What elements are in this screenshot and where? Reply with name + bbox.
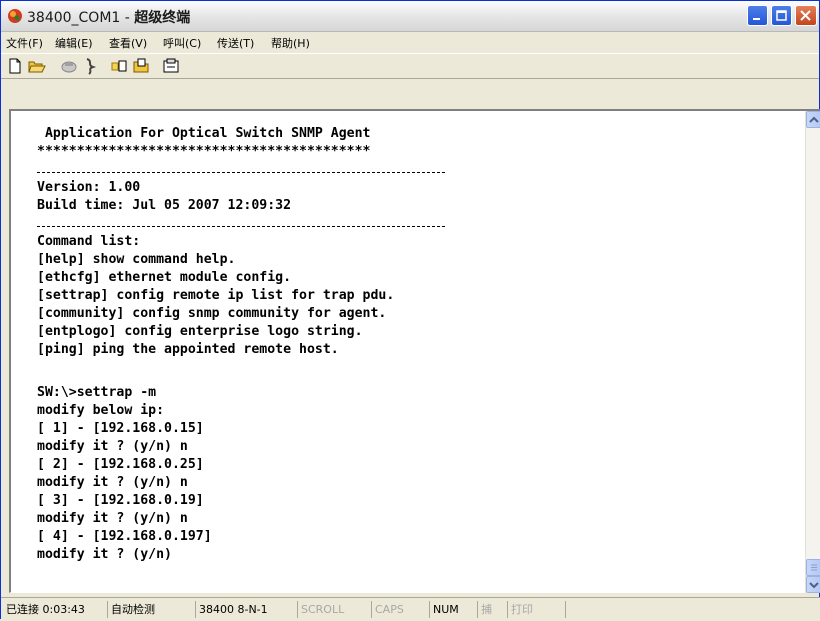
chevron-up-icon [809, 116, 819, 123]
terminal-line: modify it ? (y/n) n [37, 511, 188, 526]
hyperterminal-window: 38400_COM1 - 超级终端 文件(F) 编辑(E) 查看(V) 呼叫(C… [0, 0, 820, 621]
terminal-line: Build time: Jul 05 2007 12:09:32 [37, 198, 292, 213]
scroll-lock-indicator: SCROLL [297, 601, 369, 618]
open-icon [28, 61, 46, 73]
send-icon [111, 60, 127, 72]
maximize-button[interactable] [771, 5, 792, 26]
close-button[interactable] [795, 5, 817, 26]
new-button[interactable] [5, 56, 25, 76]
status-bar: 已连接 0:03:43 自动检测 38400 8-N-1 SCROLL CAPS… [1, 597, 820, 621]
open-button[interactable] [27, 56, 47, 76]
capture-indicator: 捕 [477, 601, 505, 618]
menu-file[interactable]: 文件(F) [6, 35, 43, 51]
terminal-line: SW:\>settrap -m [37, 385, 157, 400]
terminal-line: [ethcfg] ethernet module config. [37, 270, 292, 285]
terminal-line: modify it ? (y/n) n [37, 439, 188, 454]
print-indicator: 打印 [507, 601, 563, 618]
terminal-output[interactable]: Application For Optical Switch SNMP Agen… [13, 111, 805, 591]
connection-time: 已连接 0:03:43 [6, 603, 85, 616]
title-bar[interactable]: 38400_COM1 - 超级终端 [1, 1, 819, 32]
num-lock-indicator: NUM [429, 601, 473, 618]
scroll-down-button[interactable] [806, 576, 820, 593]
terminal-line: [ 4] - [192.168.0.197] [37, 529, 212, 544]
close-icon [800, 10, 811, 21]
grip-icon [811, 564, 817, 571]
menu-edit[interactable]: 编辑(E) [55, 35, 93, 51]
receive-button[interactable] [131, 56, 151, 76]
terminal-line: [entplogo] config enterprise logo string… [37, 324, 363, 339]
port-settings: 38400 8-N-1 [195, 601, 293, 618]
toolbar [1, 53, 819, 79]
send-button[interactable] [109, 56, 129, 76]
terminal-line: [ 3] - [192.168.0.19] [37, 493, 204, 508]
menu-help[interactable]: 帮助(H) [271, 35, 310, 51]
menu-bar: 文件(F) 编辑(E) 查看(V) 呼叫(C) 传送(T) 帮助(H) [1, 32, 819, 52]
scroll-up-button[interactable] [806, 111, 820, 128]
chevron-down-icon [809, 582, 819, 589]
terminal-line: modify below ip: [37, 403, 165, 418]
terminal-line: ****************************************… [37, 144, 371, 159]
minimize-icon [753, 18, 760, 20]
terminal-line: [settrap] config remote ip list for trap… [37, 288, 395, 303]
status-empty-cell [565, 601, 819, 618]
disconnect-icon [86, 58, 97, 75]
terminal-line: [help] show command help. [37, 252, 236, 267]
call-button[interactable] [59, 56, 79, 76]
terminal-line: Command list: [37, 234, 141, 249]
separator-line [37, 226, 445, 227]
scroll-thumb[interactable] [806, 559, 820, 576]
terminal-line: Application For Optical Switch SNMP Agen… [37, 126, 371, 141]
terminal-line: Version: 1.00 [37, 180, 141, 195]
terminal-line: modify it ? (y/n) [37, 547, 172, 562]
title-app-name: 超级终端 [134, 10, 191, 26]
vertical-scrollbar[interactable] [805, 111, 820, 593]
separator-line [37, 172, 445, 173]
menu-transfer[interactable]: 传送(T) [217, 35, 254, 51]
window-title: 38400_COM1 - 超级终端 [27, 7, 190, 27]
hyperterminal-app-icon[interactable] [7, 8, 23, 24]
properties-button[interactable] [161, 56, 181, 76]
terminal-line: [ 2] - [192.168.0.25] [37, 457, 204, 472]
terminal-line: modify it ? (y/n) n [37, 475, 188, 490]
caps-lock-indicator: CAPS [371, 601, 427, 618]
title-prefix: 38400_COM1 - [27, 10, 135, 26]
terminal-line: [ 1] - [192.168.0.15] [37, 421, 204, 436]
auto-detect-status: 自动检测 [107, 601, 193, 618]
terminal-line: [ping] ping the appointed remote host. [37, 342, 339, 357]
menu-call[interactable]: 呼叫(C) [163, 35, 201, 51]
terminal-line: [community] config snmp community for ag… [37, 306, 387, 321]
menu-view[interactable]: 查看(V) [109, 35, 147, 51]
minimize-button[interactable] [747, 5, 768, 26]
new-icon [9, 58, 21, 74]
call-icon [61, 61, 77, 73]
properties-icon [163, 58, 179, 73]
receive-icon [133, 58, 149, 73]
maximize-icon [776, 10, 787, 21]
disconnect-button[interactable] [81, 56, 101, 76]
